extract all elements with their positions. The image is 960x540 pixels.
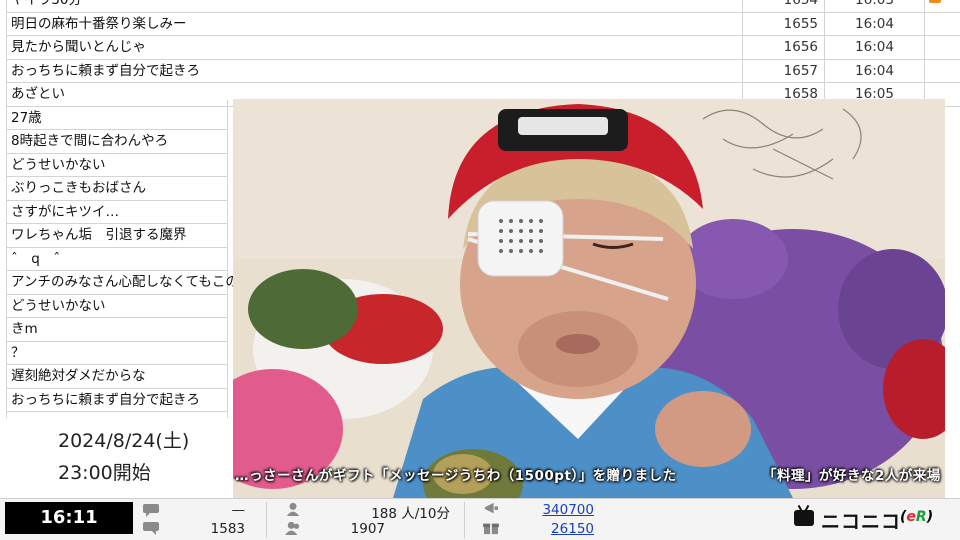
logo-suffix: (eR) [900, 509, 934, 525]
person-icon [286, 502, 300, 516]
comment-row[interactable]: ぶりっこきもおばさん [6, 177, 227, 201]
comment-row[interactable]: きm [6, 318, 227, 342]
gift-points-link[interactable]: 340700 [510, 502, 594, 518]
broadcast-date: 2024/8/24(土) [58, 430, 190, 452]
comment-row[interactable]: ˆ q ˆ [6, 248, 227, 271]
comment-time: 16:04 [824, 12, 924, 36]
comment-number: 1654 [742, 0, 824, 13]
logo-text: ニコニコ [821, 511, 902, 533]
comment-row[interactable]: 遅刻絶対ダメだからな [6, 365, 227, 389]
gift-icon [483, 523, 499, 535]
viewer-total: 1907 [350, 521, 385, 537]
comment-time: 16:04 [824, 59, 924, 83]
comment-row[interactable]: どうせいかない [6, 295, 227, 318]
status-divider [266, 502, 267, 538]
comment-row[interactable]: ヤイラ30分 1654 16:03 [6, 0, 960, 13]
status-divider [464, 502, 465, 538]
tv-icon [794, 510, 814, 526]
comment-row[interactable]: おっちちに頼まず自分で起きろ 1657 16:04 [6, 59, 960, 83]
gift-message: …っさーさんがギフト「メッセージうちわ（1500pt）」を贈りました [235, 468, 677, 484]
viewers-total-icon [285, 521, 300, 535]
comment-number: 1657 [742, 59, 824, 83]
comment-row[interactable]: アンチのみなさん心配しなくてもこの子 [6, 271, 252, 295]
comment-total: 1583 [210, 521, 245, 537]
status-bar: 16:11 — 1583 188 人/10分 1907 340700 26150 [0, 498, 960, 540]
comment-text: 明日の麻布十番祭り楽しみー [11, 15, 187, 32]
comment-flag-cell [924, 59, 960, 83]
ad-points-link[interactable]: 26150 [510, 521, 594, 537]
comment-row[interactable]: おっちちに頼まず自分で起きろ [6, 389, 227, 412]
comment-icon [143, 504, 159, 517]
comment-row[interactable]: 27歳 [6, 107, 227, 130]
video-player[interactable]: …っさーさんがギフト「メッセージうちわ（1500pt）」を贈りました 「料理」が… [233, 99, 945, 498]
visitor-message: 「料理」が好きな2人が来場 [763, 468, 941, 484]
comment-flag-cell [924, 12, 960, 36]
comment-time: 16:04 [824, 36, 924, 60]
comment-time: 16:03 [824, 0, 924, 13]
comment-row[interactable]: 明日の麻布十番祭り楽しみー 1655 16:04 [6, 12, 960, 36]
elapsed-clock: 16:11 [5, 502, 133, 534]
premium-flag-icon [929, 0, 941, 3]
viewer-rate: 188 人/10分 [371, 506, 450, 522]
comment-flag-cell [924, 0, 960, 13]
stream-window: ヤイラ30分 1654 16:03 明日の麻布十番祭り楽しみー 1655 16:04 見たか… [0, 0, 960, 540]
broadcast-info: 2024/8/24(土) 23:00開始 [0, 418, 232, 498]
comment-row[interactable]: どうせいかない [6, 154, 227, 177]
comment-rate: — [231, 502, 246, 518]
comment-total-icon [143, 522, 159, 535]
comment-row[interactable]: 見たから聞いとんじゃ 1656 16:04 [6, 36, 960, 60]
comment-flag-cell [924, 36, 960, 60]
comment-row[interactable]: ワレちゃん垢 引退する魔界 [6, 224, 227, 248]
broadcast-start-time: 23:00開始 [58, 462, 151, 484]
comment-row[interactable]: 8時起きで間に合わんやろ [6, 130, 227, 154]
comment-number: 1655 [742, 12, 824, 36]
comment-text: ヤイラ30分 [11, 0, 82, 8]
comment-row[interactable]: さすがにキツイ… [6, 201, 227, 224]
comment-text: おっちちに頼まず自分で起きろ [11, 62, 200, 79]
niconico-logo: ニコニコ (eR) [794, 507, 934, 533]
comment-number: 1656 [742, 36, 824, 60]
video-frame [233, 99, 945, 498]
comment-row[interactable]: ？ [6, 342, 227, 365]
ad-icon [484, 502, 498, 514]
comment-text: 見たから聞いとんじゃ [11, 39, 146, 55]
gift-ticker: …っさーさんがギフト「メッセージうちわ（1500pt）」を贈りました 「料理」が… [233, 462, 945, 486]
